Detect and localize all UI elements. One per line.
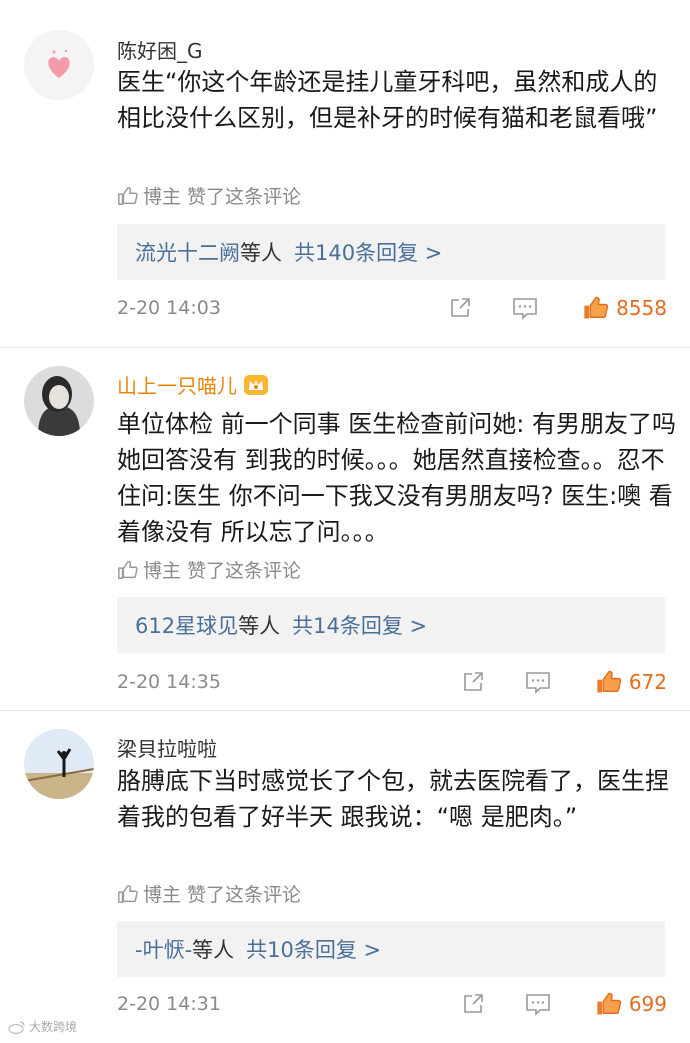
reply-user-link[interactable]: 612星球见	[135, 610, 238, 640]
heart-icon	[24, 30, 94, 100]
liked-by-text: 博主 赞了这条评论	[143, 560, 302, 582]
like-button[interactable]: 8558	[582, 294, 667, 322]
comment-meta: 2-20 14:03 8558	[117, 292, 667, 324]
crown-badge-icon	[244, 374, 268, 395]
comment-text: 单位体检 前一个同事 医生检查前问她: 有男朋友了吗 她回答没有 到我的时候。。…	[117, 410, 676, 546]
username-text: 山上一只喵儿	[117, 374, 237, 398]
comment-meta: 2-20 14:31 699	[117, 988, 667, 1020]
comment-item: 梁貝拉啦啦 胳膊底下当时感觉长了个包，就去医院看了，医生捏着我的包看了好半天 跟…	[0, 711, 690, 1043]
avatar[interactable]	[24, 366, 94, 436]
comment-icon	[513, 298, 537, 320]
comment-button[interactable]	[525, 992, 551, 1016]
share-button[interactable]	[461, 670, 485, 694]
thumbs-up-outline-icon	[118, 186, 138, 205]
comment-item: 陈好困_G 医生“你这个年龄还是挂儿童牙科吧，虽然和成人的相比没什么区别，但是补…	[0, 0, 690, 345]
like-button[interactable]: 699	[595, 990, 667, 1018]
timestamp: 2-20 14:31	[117, 993, 221, 1015]
landscape-photo-icon	[24, 729, 94, 799]
user-photo-icon	[24, 366, 94, 436]
author-liked-note: 博主 赞了这条评论	[117, 556, 301, 583]
thumbs-up-outline-icon	[118, 560, 138, 579]
username[interactable]: 山上一只喵儿	[117, 370, 269, 399]
thumbs-up-icon	[584, 296, 609, 319]
liked-by-text: 博主 赞了这条评论	[143, 186, 302, 208]
comment-meta: 2-20 14:35 672	[117, 666, 667, 698]
comment-button[interactable]	[525, 670, 551, 694]
replies-preview[interactable]: 流光十二阙 等人 共140条回复 >	[117, 224, 665, 280]
replies-preview[interactable]: -叶恹- 等人 共10条回复 >	[117, 921, 665, 977]
watermark: 大数跨境	[8, 1018, 77, 1035]
comment-text: 胳膊底下当时感觉长了个包，就去医院看了，医生捏着我的包看了好半天 跟我说：“嗯 …	[117, 767, 669, 831]
replies-preview[interactable]: 612星球见 等人 共14条回复 >	[117, 597, 665, 653]
comment-text: 医生“你这个年龄还是挂儿童牙科吧，虽然和成人的相比没什么区别，但是补牙的时候有猫…	[117, 68, 658, 132]
liked-by-text: 博主 赞了这条评论	[143, 884, 302, 906]
timestamp: 2-20 14:35	[117, 671, 221, 693]
share-button[interactable]	[461, 992, 485, 1016]
reply-suffix: 等人	[238, 614, 281, 638]
reply-suffix: 等人	[240, 241, 282, 265]
share-icon	[451, 298, 470, 317]
thumbs-up-icon	[597, 992, 621, 1015]
share-icon	[464, 994, 483, 1013]
comment-item: 山上一只喵儿 单位体检 前一个同事 医生检查前问她: 有男朋友了吗 她回答没有 …	[0, 348, 690, 708]
reply-count-link[interactable]: 共10条回复 >	[246, 934, 381, 964]
author-liked-note: 博主 赞了这条评论	[117, 182, 301, 209]
share-icon	[464, 672, 483, 691]
comment-icon	[526, 994, 550, 1016]
like-button[interactable]: 672	[595, 668, 667, 696]
like-count: 8558	[616, 296, 667, 320]
comment-icon	[526, 672, 550, 694]
like-count: 699	[628, 992, 667, 1016]
like-count: 672	[628, 670, 667, 694]
thumbs-up-icon	[597, 670, 621, 693]
reply-count-link[interactable]: 共140条回复 >	[294, 237, 442, 267]
avatar[interactable]	[24, 30, 94, 100]
thumbs-up-outline-icon	[118, 884, 138, 903]
watermark-text: 大数跨境	[29, 1020, 78, 1034]
author-liked-note: 博主 赞了这条评论	[117, 880, 301, 907]
comment-button[interactable]	[512, 296, 538, 320]
reply-suffix: 等人	[192, 938, 235, 962]
reply-user-link[interactable]: -叶恹-	[135, 934, 192, 964]
reply-user-link[interactable]: 流光十二阙	[135, 237, 240, 267]
timestamp: 2-20 14:03	[117, 297, 221, 319]
username[interactable]: 陈好困_G	[117, 35, 203, 64]
weibo-logo-icon	[8, 1020, 25, 1034]
username[interactable]: 梁貝拉啦啦	[117, 733, 217, 762]
share-button[interactable]	[448, 296, 472, 320]
avatar[interactable]	[24, 729, 94, 799]
reply-count-link[interactable]: 共14条回复 >	[292, 610, 427, 640]
